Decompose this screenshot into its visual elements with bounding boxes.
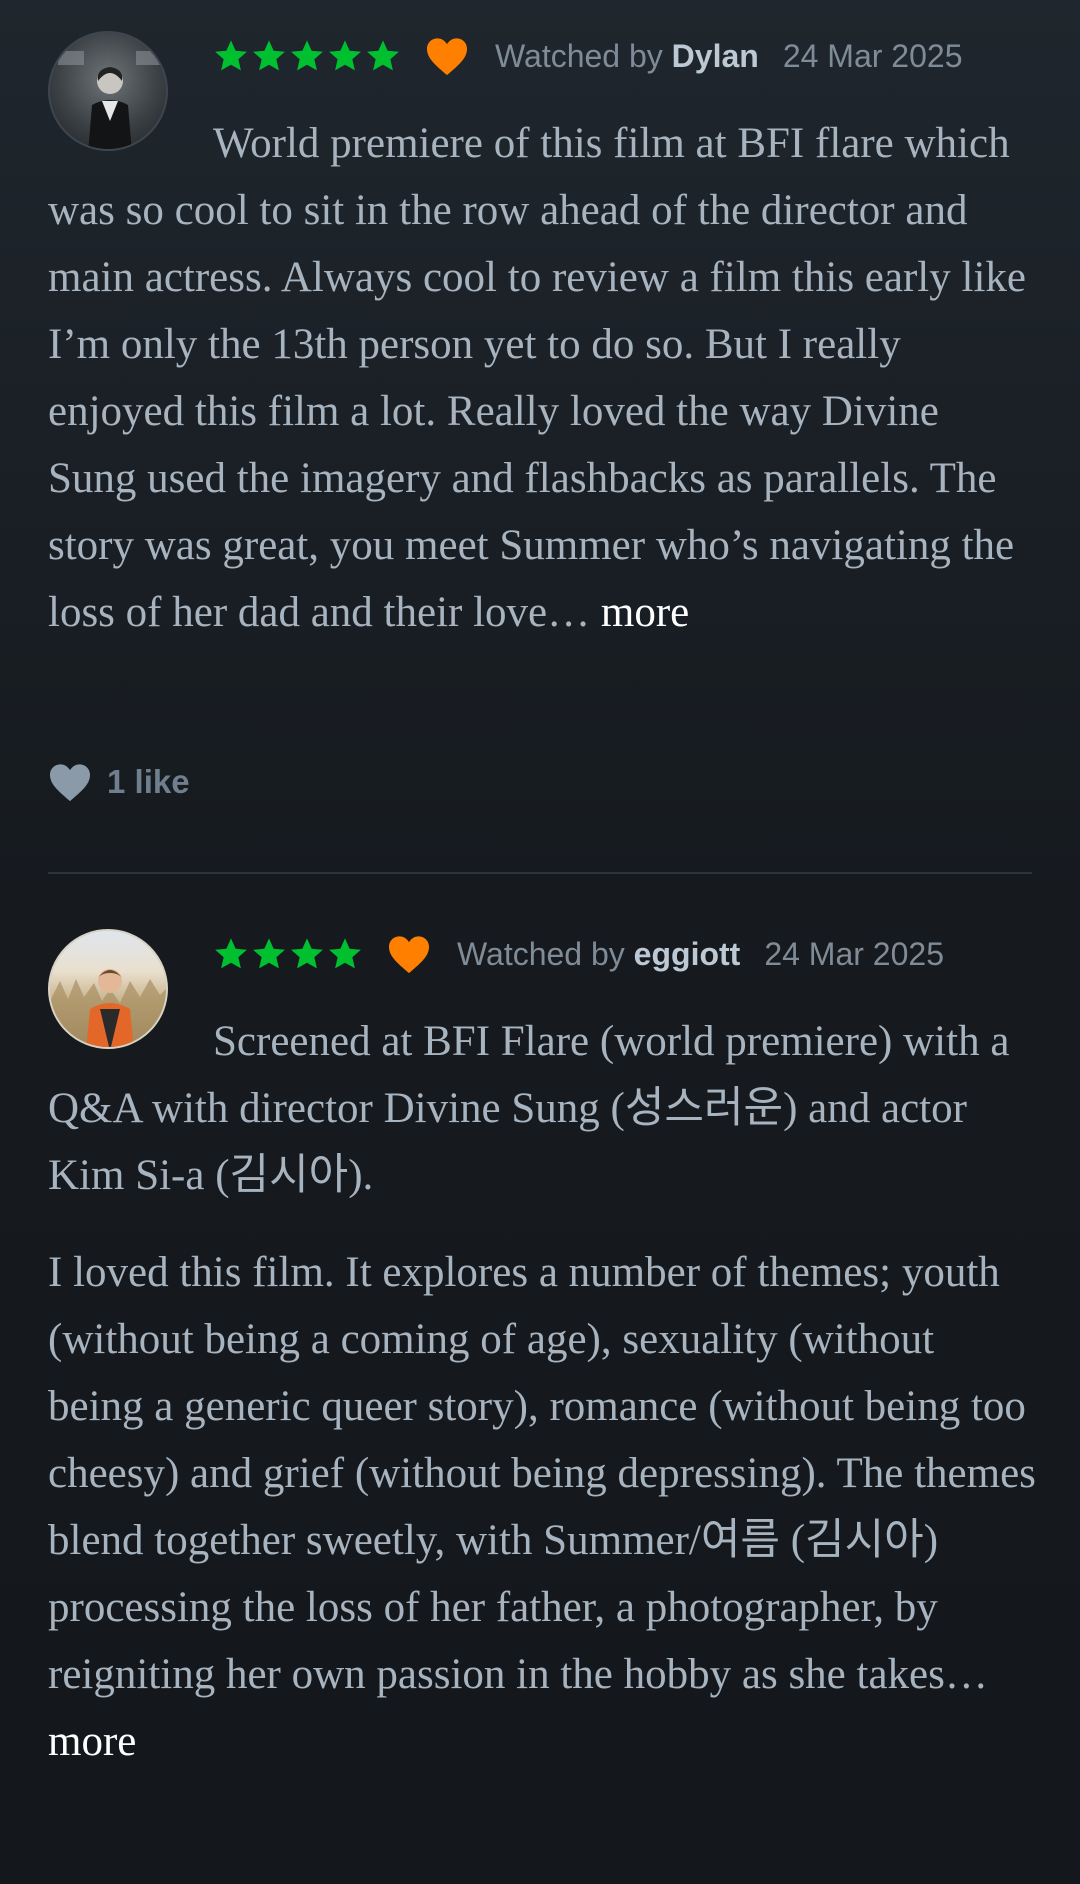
review-date: 24 Mar 2025 [764, 935, 944, 972]
review-paragraph: I loved this film. It explores a number … [48, 1239, 1038, 1775]
review-date: 24 Mar 2025 [782, 37, 963, 74]
star-icon [215, 40, 247, 71]
heart-icon [50, 764, 90, 802]
star-icon [367, 40, 399, 71]
review-meta: Watched by eggiott 24 Mar 2025 [213, 929, 944, 979]
star-rating [213, 38, 401, 74]
watched-by-label: Watched by Dylan [495, 38, 759, 75]
review-paragraph: Screened at BFI Flare (world premiere) w… [48, 1018, 1010, 1199]
more-link[interactable]: more [601, 589, 689, 636]
star-icon [253, 938, 285, 969]
review-meta: Watched by Dylan 24 Mar 2025 [213, 31, 962, 81]
star-icon [291, 938, 323, 969]
review-text: Screened at BFI Flare (world premiere) w… [48, 1008, 1038, 1775]
review-divider [48, 872, 1032, 874]
star-rating [213, 936, 363, 972]
liked-heart-icon [427, 38, 467, 76]
watched-by-prefix: Watched by [495, 37, 663, 74]
watched-by-label: Watched by eggiott [457, 936, 740, 973]
username-link[interactable]: eggiott [634, 936, 741, 972]
review-paragraph-text: World premiere of this film at BFI flare… [48, 120, 1026, 636]
username-link[interactable]: Dylan [672, 38, 759, 74]
star-icon [215, 938, 247, 969]
review-text: World premiere of this film at BFI flare… [48, 110, 1038, 646]
review-paragraph-text: I loved this film. It explores a number … [48, 1249, 1036, 1698]
star-icon [329, 40, 361, 71]
more-link[interactable]: more [48, 1718, 136, 1765]
star-icon [329, 938, 361, 969]
review-paragraph: World premiere of this film at BFI flare… [48, 110, 1038, 646]
liked-heart-icon [389, 936, 429, 974]
like-button[interactable]: 1 like [48, 762, 190, 802]
like-count: 1 like [107, 763, 190, 800]
watched-by-prefix: Watched by [457, 935, 625, 972]
star-icon [253, 40, 285, 71]
star-icon [291, 40, 323, 71]
